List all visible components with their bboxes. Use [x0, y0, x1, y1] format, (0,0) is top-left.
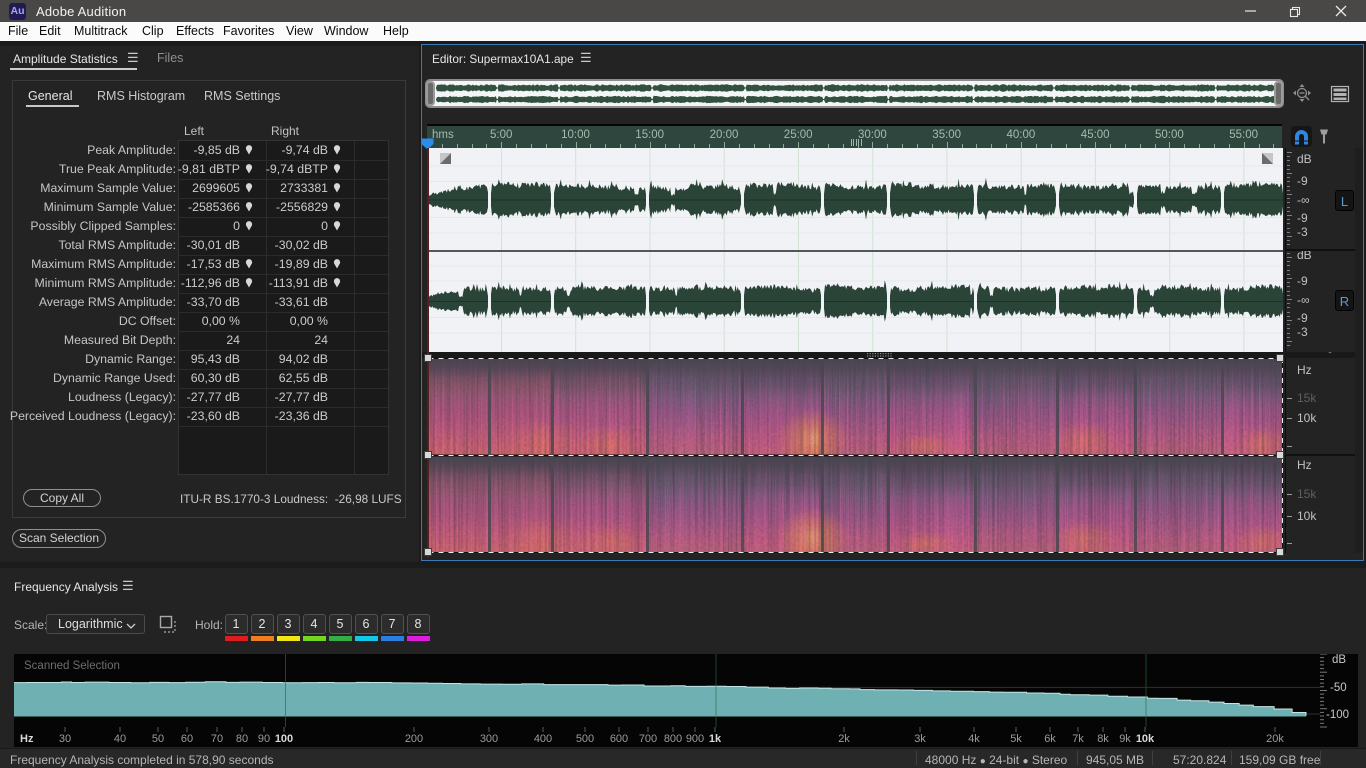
- svg-text:300: 300: [480, 733, 498, 745]
- svg-text:400: 400: [534, 733, 552, 745]
- svg-text:600: 600: [610, 733, 628, 745]
- svg-text:90: 90: [258, 733, 270, 745]
- svg-text:1k: 1k: [709, 733, 722, 745]
- svg-text:500: 500: [576, 733, 594, 745]
- svg-text:4k: 4k: [968, 733, 980, 745]
- svg-text:5k: 5k: [1010, 733, 1022, 745]
- svg-text:-50: -50: [1330, 682, 1347, 694]
- svg-text:9k: 9k: [1119, 733, 1131, 745]
- svg-text:200: 200: [405, 733, 423, 745]
- svg-text:900: 900: [686, 733, 704, 745]
- svg-text:40: 40: [114, 733, 126, 745]
- svg-text:20k: 20k: [1266, 733, 1284, 745]
- svg-text:10k: 10k: [1136, 733, 1155, 745]
- svg-text:60: 60: [181, 733, 193, 745]
- svg-text:6k: 6k: [1044, 733, 1056, 745]
- svg-text:7k: 7k: [1072, 733, 1084, 745]
- svg-text:80: 80: [236, 733, 248, 745]
- svg-text:2k: 2k: [838, 733, 850, 745]
- svg-text:8k: 8k: [1097, 733, 1109, 745]
- svg-text:Scanned Selection: Scanned Selection: [24, 660, 120, 672]
- svg-text:50: 50: [152, 733, 164, 745]
- svg-text:Hz: Hz: [20, 733, 34, 745]
- svg-text:800: 800: [664, 733, 682, 745]
- svg-text:700: 700: [639, 733, 657, 745]
- svg-text:30: 30: [59, 733, 71, 745]
- svg-text:dB: dB: [1332, 654, 1346, 666]
- svg-text:3k: 3k: [914, 733, 926, 745]
- svg-text:100: 100: [275, 733, 293, 745]
- svg-text:-100: -100: [1326, 709, 1349, 721]
- svg-text:70: 70: [211, 733, 223, 745]
